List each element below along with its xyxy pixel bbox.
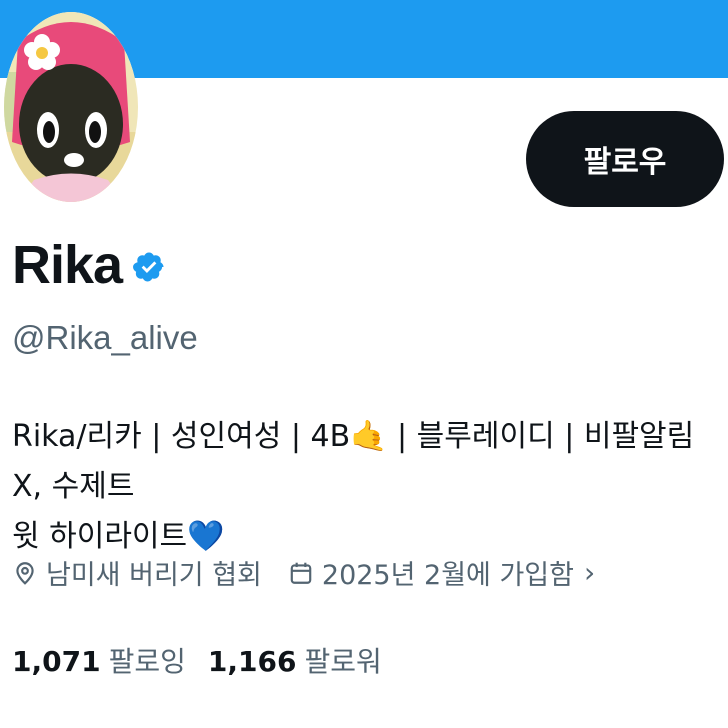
location: 남미새 버리기 협회 xyxy=(12,553,262,592)
avatar-image xyxy=(4,12,138,202)
bio: Rika/리카 | 성인여성 | 4B🤙 | 블루레이디 | 비팔알림 X, 수… xyxy=(12,412,724,562)
join-date[interactable]: 2025년 2월에 가입함 › xyxy=(288,553,595,592)
handle: @Rika_alive xyxy=(12,319,198,356)
followers-count: 1,166 xyxy=(207,645,297,678)
follow-stats: 1,071 팔로잉 1,166 팔로워 xyxy=(12,640,382,680)
name-row: Rika xyxy=(12,232,166,298)
chevron-right-icon: › xyxy=(584,556,596,589)
following-count: 1,071 xyxy=(12,645,101,678)
followers-label: 팔로워 xyxy=(304,645,382,678)
bio-line: Rika/리카 | 성인여성 | 4B🤙 | 블루레이디 | 비팔알림 X, 수… xyxy=(12,419,695,504)
profile-meta: 남미새 버리기 협회 2025년 2월에 가입함 › xyxy=(12,553,595,592)
location-text: 남미새 버리기 협회 xyxy=(46,560,262,591)
calendar-icon xyxy=(290,562,312,584)
followers-stat[interactable]: 1,166 팔로워 xyxy=(208,640,382,680)
follow-button[interactable]: 팔로우 xyxy=(526,111,724,207)
join-date-text: 2025년 2월에 가입함 xyxy=(321,560,574,591)
avatar[interactable] xyxy=(4,12,138,202)
following-stat[interactable]: 1,071 팔로잉 xyxy=(12,640,186,680)
verified-badge-icon[interactable] xyxy=(132,250,166,284)
display-name: Rika xyxy=(12,235,123,295)
location-pin-icon xyxy=(16,561,34,585)
following-label: 팔로잉 xyxy=(108,645,186,678)
